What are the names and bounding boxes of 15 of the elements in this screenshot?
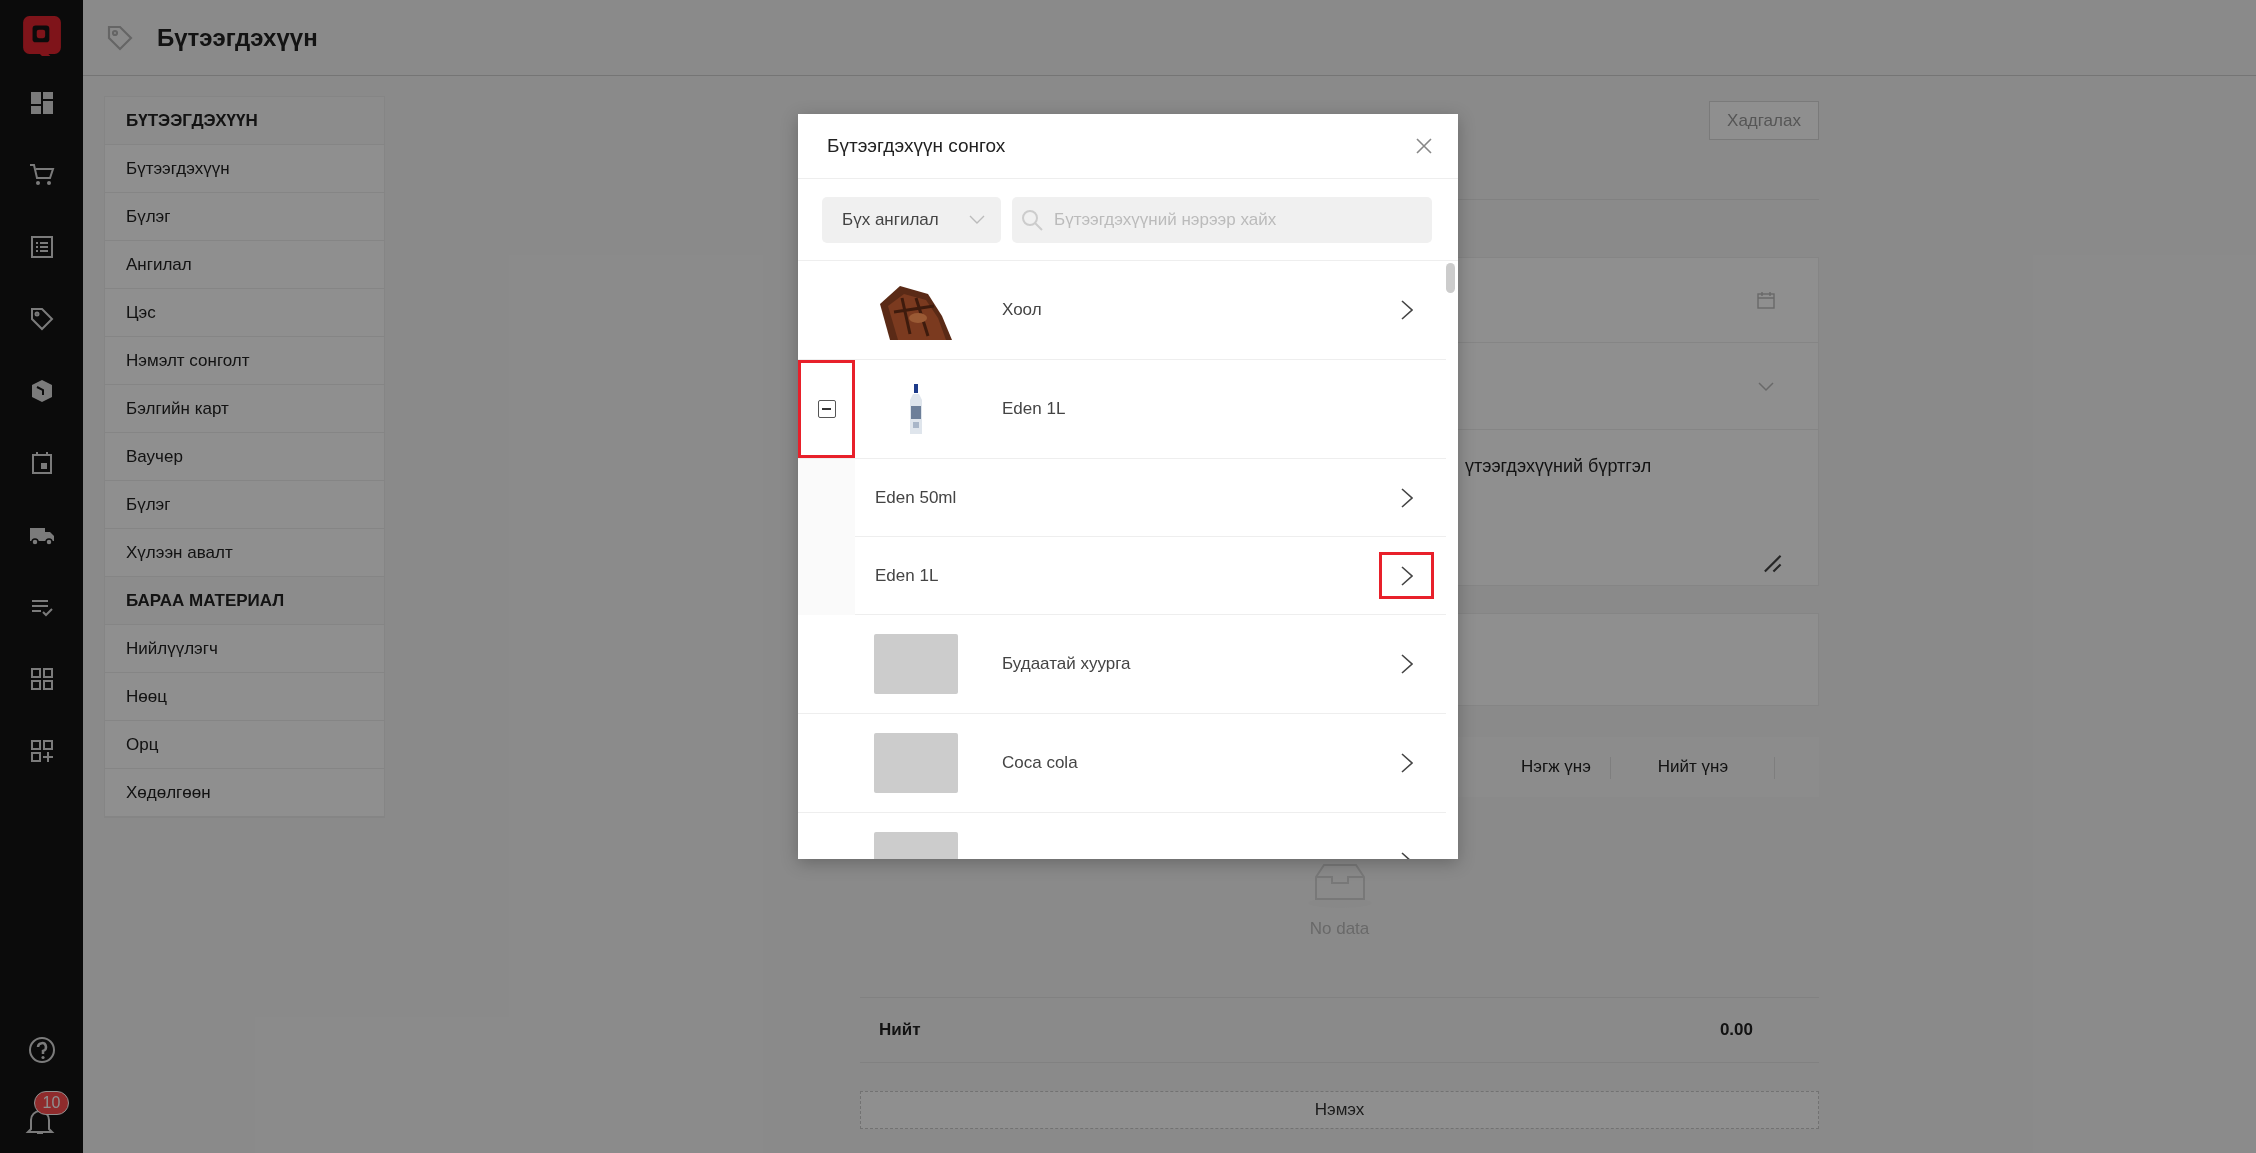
variant-name: Eden 1L [875, 565, 940, 586]
dropdown-value: Бүх ангилал [842, 209, 939, 230]
product-name: Будаатай хуурга [1002, 654, 1132, 674]
variant-name: Eden 50ml [875, 487, 958, 508]
product-name: Coca cola [1002, 753, 1079, 773]
product-name: Eden 1L [1002, 399, 1067, 419]
column-header: Нэгж үнэ [1501, 737, 1611, 797]
product-name: Хоол [1002, 300, 1043, 320]
notification-badge: 10 [33, 1091, 70, 1115]
total-label: Нийт [879, 1020, 921, 1040]
field-value: үтээгдэхүүний бүртгэл [1465, 456, 1652, 477]
column-header: Нийт үнэ [1611, 737, 1775, 797]
modal-title: Бүтээгдэхүүн сонгох [827, 135, 1006, 157]
total-value: 0.00 [1719, 1020, 1753, 1040]
page-title: Бүтээгдэхүүн [157, 23, 318, 52]
